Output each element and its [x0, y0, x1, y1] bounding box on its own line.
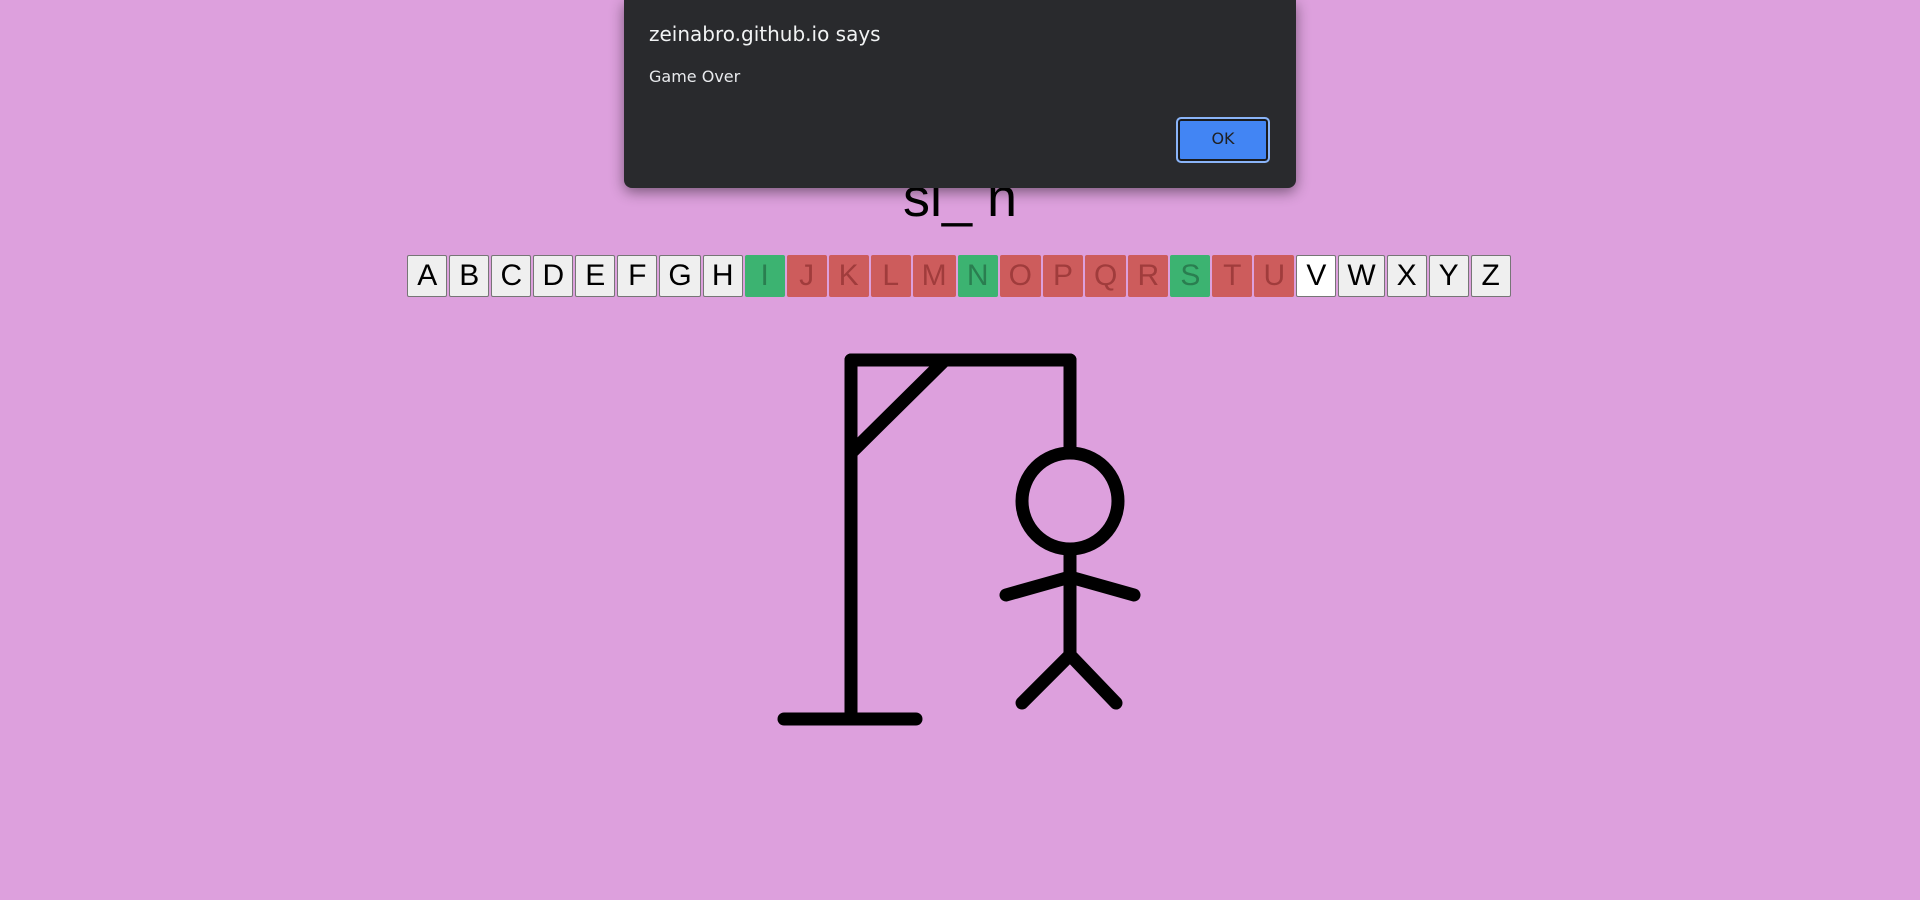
hangman-drawing	[777, 353, 1141, 726]
hangman-left-leg	[1015, 648, 1077, 710]
letter-button-y[interactable]: Y	[1428, 255, 1469, 297]
letter-button-e[interactable]: E	[575, 255, 616, 297]
letter-button-m: M	[912, 255, 956, 297]
letter-button-i: I	[744, 255, 785, 297]
letter-keyboard: ABCDEFGHIJKLMNOPQRSTUVWXYZ	[0, 255, 1920, 297]
letter-button-a[interactable]: A	[407, 255, 448, 297]
hangman-right-leg	[1063, 648, 1123, 710]
dialog-message: Game Over	[649, 67, 741, 86]
alert-dialog: zeinabro.github.io says Game Over OK	[624, 0, 1296, 188]
hangman-left-arm	[999, 570, 1077, 602]
letter-button-k: K	[828, 255, 869, 297]
letter-button-c[interactable]: C	[491, 255, 532, 297]
letter-button-g[interactable]: G	[659, 255, 701, 297]
letter-button-s: S	[1170, 255, 1211, 297]
letter-button-p: P	[1043, 255, 1083, 297]
letter-button-u: U	[1254, 255, 1295, 297]
letter-button-t: T	[1212, 255, 1253, 297]
letter-button-w[interactable]: W	[1338, 255, 1385, 297]
letter-button-q: Q	[1085, 255, 1127, 297]
gallows-brace	[844, 353, 952, 460]
letter-button-x[interactable]: X	[1386, 255, 1427, 297]
letter-button-o: O	[999, 255, 1041, 297]
letter-button-r: R	[1128, 255, 1169, 297]
letter-button-z[interactable]: Z	[1470, 255, 1511, 297]
letter-button-b[interactable]: B	[449, 255, 490, 297]
letter-button-f[interactable]: F	[617, 255, 658, 297]
letter-button-n: N	[957, 255, 998, 297]
hangman-right-arm	[1063, 570, 1141, 602]
letter-button-d[interactable]: D	[533, 255, 574, 297]
dialog-title: zeinabro.github.io says	[649, 22, 881, 46]
game-page: sl_ n ABCDEFGHIJKLMNOPQRSTUVWXYZ zeinabr…	[0, 0, 1920, 900]
letter-button-l: L	[870, 255, 911, 297]
letter-button-h[interactable]: H	[702, 255, 743, 297]
hangman-head	[1015, 446, 1125, 556]
letter-button-v[interactable]: V	[1296, 255, 1337, 297]
ok-button[interactable]: OK	[1176, 117, 1270, 163]
letter-button-j: J	[786, 255, 827, 297]
